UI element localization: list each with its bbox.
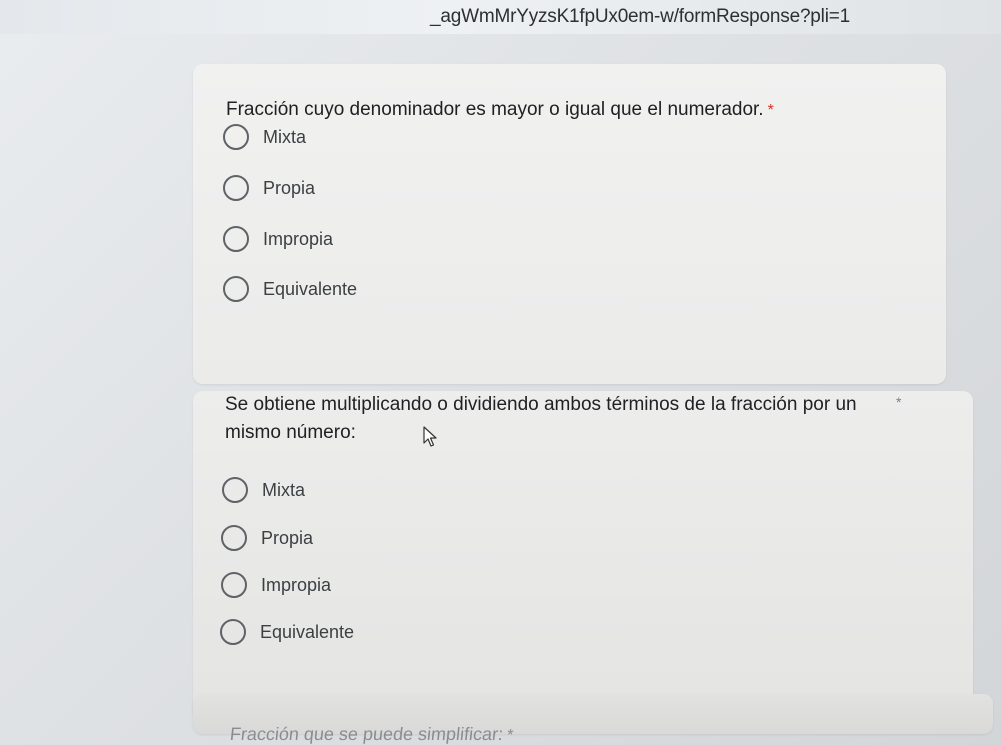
q2-option-impropia[interactable]: Impropia: [221, 572, 331, 598]
radio-unchecked-icon[interactable]: [221, 572, 247, 598]
required-asterisk: *: [506, 727, 515, 744]
mouse-pointer-icon: [423, 426, 437, 447]
option-label: Equivalente: [260, 621, 355, 642]
radio-unchecked-icon[interactable]: [222, 477, 248, 503]
radio-unchecked-icon[interactable]: [220, 619, 246, 645]
required-asterisk: *: [767, 102, 774, 119]
option-label: Equivalente: [263, 278, 358, 299]
question-2-text: Se obtiene multiplicando o dividiendo am…: [225, 394, 857, 443]
radio-unchecked-icon[interactable]: [223, 226, 249, 252]
option-label: Impropia: [261, 574, 332, 595]
q1-option-impropia[interactable]: Impropia: [223, 226, 333, 252]
question-1-text: Fracción cuyo denominador es mayor o igu…: [226, 99, 764, 120]
q2-option-propia[interactable]: Propia: [221, 525, 313, 551]
question-1-title: Fracción cuyo denominador es mayor o igu…: [226, 96, 926, 124]
option-label: Propia: [263, 177, 316, 198]
q1-option-mixta[interactable]: Mixta: [223, 124, 306, 150]
option-label: Impropia: [263, 228, 334, 249]
question-3-text: Fracción que se puede simplificar:: [228, 724, 505, 744]
option-label: Mixta: [262, 479, 306, 500]
option-label: Propia: [261, 527, 314, 548]
q1-option-equivalente[interactable]: Equivalente: [223, 276, 357, 302]
radio-unchecked-icon[interactable]: [223, 175, 249, 201]
radio-unchecked-icon[interactable]: [223, 124, 249, 150]
form-page: Fracción cuyo denominador es mayor o igu…: [0, 34, 1001, 745]
question-2-title: Se obtiene multiplicando o dividiendo am…: [225, 391, 865, 446]
url-text[interactable]: _agWmMrYyzsK1fpUx0em-w/formResponse?pli=…: [430, 6, 850, 28]
question-3-title: Fracción que se puede simplificar: *: [229, 721, 832, 745]
q2-option-equivalente[interactable]: Equivalente: [220, 619, 354, 645]
required-asterisk: *: [896, 394, 902, 410]
radio-unchecked-icon[interactable]: [221, 525, 247, 551]
q1-option-propia[interactable]: Propia: [223, 175, 315, 201]
q2-option-mixta[interactable]: Mixta: [222, 477, 305, 503]
browser-address-bar[interactable]: _agWmMrYyzsK1fpUx0em-w/formResponse?pli=…: [0, 0, 1001, 35]
option-label: Mixta: [263, 126, 307, 147]
radio-unchecked-icon[interactable]: [223, 276, 249, 302]
